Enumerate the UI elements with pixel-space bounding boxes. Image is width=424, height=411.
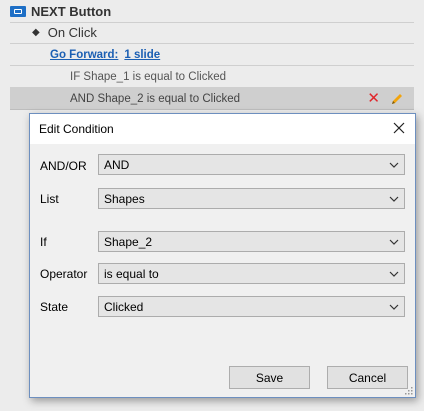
if-value: Shape_2 (104, 234, 153, 249)
if-select[interactable]: Shape_2 (98, 231, 405, 252)
state-label: State (40, 300, 69, 314)
dialog-title: Edit Condition (39, 122, 114, 136)
resize-grip-icon[interactable] (403, 385, 413, 395)
pencil-icon[interactable] (390, 92, 404, 106)
dialog-titlebar[interactable]: Edit Condition (30, 114, 415, 144)
action-row: Go Forward: 1 slide (10, 44, 414, 66)
close-icon[interactable] (391, 120, 407, 136)
andor-label: AND/OR (40, 159, 87, 173)
operator-label: Operator (40, 267, 88, 281)
chevron-down-icon (389, 162, 399, 168)
diamond-icon: ◆ (32, 27, 40, 38)
trigger-header[interactable]: NEXT Button (10, 0, 414, 23)
save-button[interactable]: Save (229, 366, 310, 389)
chevron-down-icon (389, 196, 399, 202)
andor-select[interactable]: AND (98, 154, 405, 175)
button-trigger-icon (10, 5, 26, 17)
event-label: On Click (47, 25, 97, 40)
chevron-down-icon (389, 304, 399, 310)
list-value: Shapes (104, 191, 145, 206)
action-target-link[interactable]: 1 slide (124, 49, 160, 61)
action-link[interactable]: Go Forward: (50, 49, 118, 61)
cancel-button[interactable]: Cancel (327, 366, 408, 389)
row-actions: ✕ (367, 91, 404, 106)
condition-text: AND Shape_2 is equal to Clicked (70, 92, 241, 105)
delete-icon[interactable]: ✕ (367, 91, 380, 106)
if-label: If (40, 235, 47, 249)
condition-text: IF Shape_1 is equal to Clicked (70, 70, 226, 83)
edit-condition-dialog: Edit Condition AND/OR AND List Shapes If… (29, 113, 416, 398)
condition-row-2[interactable]: AND Shape_2 is equal to Clicked ✕ (10, 88, 414, 110)
event-row[interactable]: ◆ On Click (10, 22, 414, 44)
andor-value: AND (104, 157, 130, 172)
chevron-down-icon (389, 271, 399, 277)
list-label: List (40, 192, 59, 206)
list-select[interactable]: Shapes (98, 188, 405, 209)
state-select[interactable]: Clicked (98, 296, 405, 317)
condition-row-1[interactable]: IF Shape_1 is equal to Clicked (10, 66, 414, 88)
chevron-down-icon (389, 239, 399, 245)
trigger-title: NEXT Button (31, 3, 112, 19)
operator-value: is equal to (104, 266, 159, 281)
state-value: Clicked (104, 299, 144, 314)
operator-select[interactable]: is equal to (98, 263, 405, 284)
